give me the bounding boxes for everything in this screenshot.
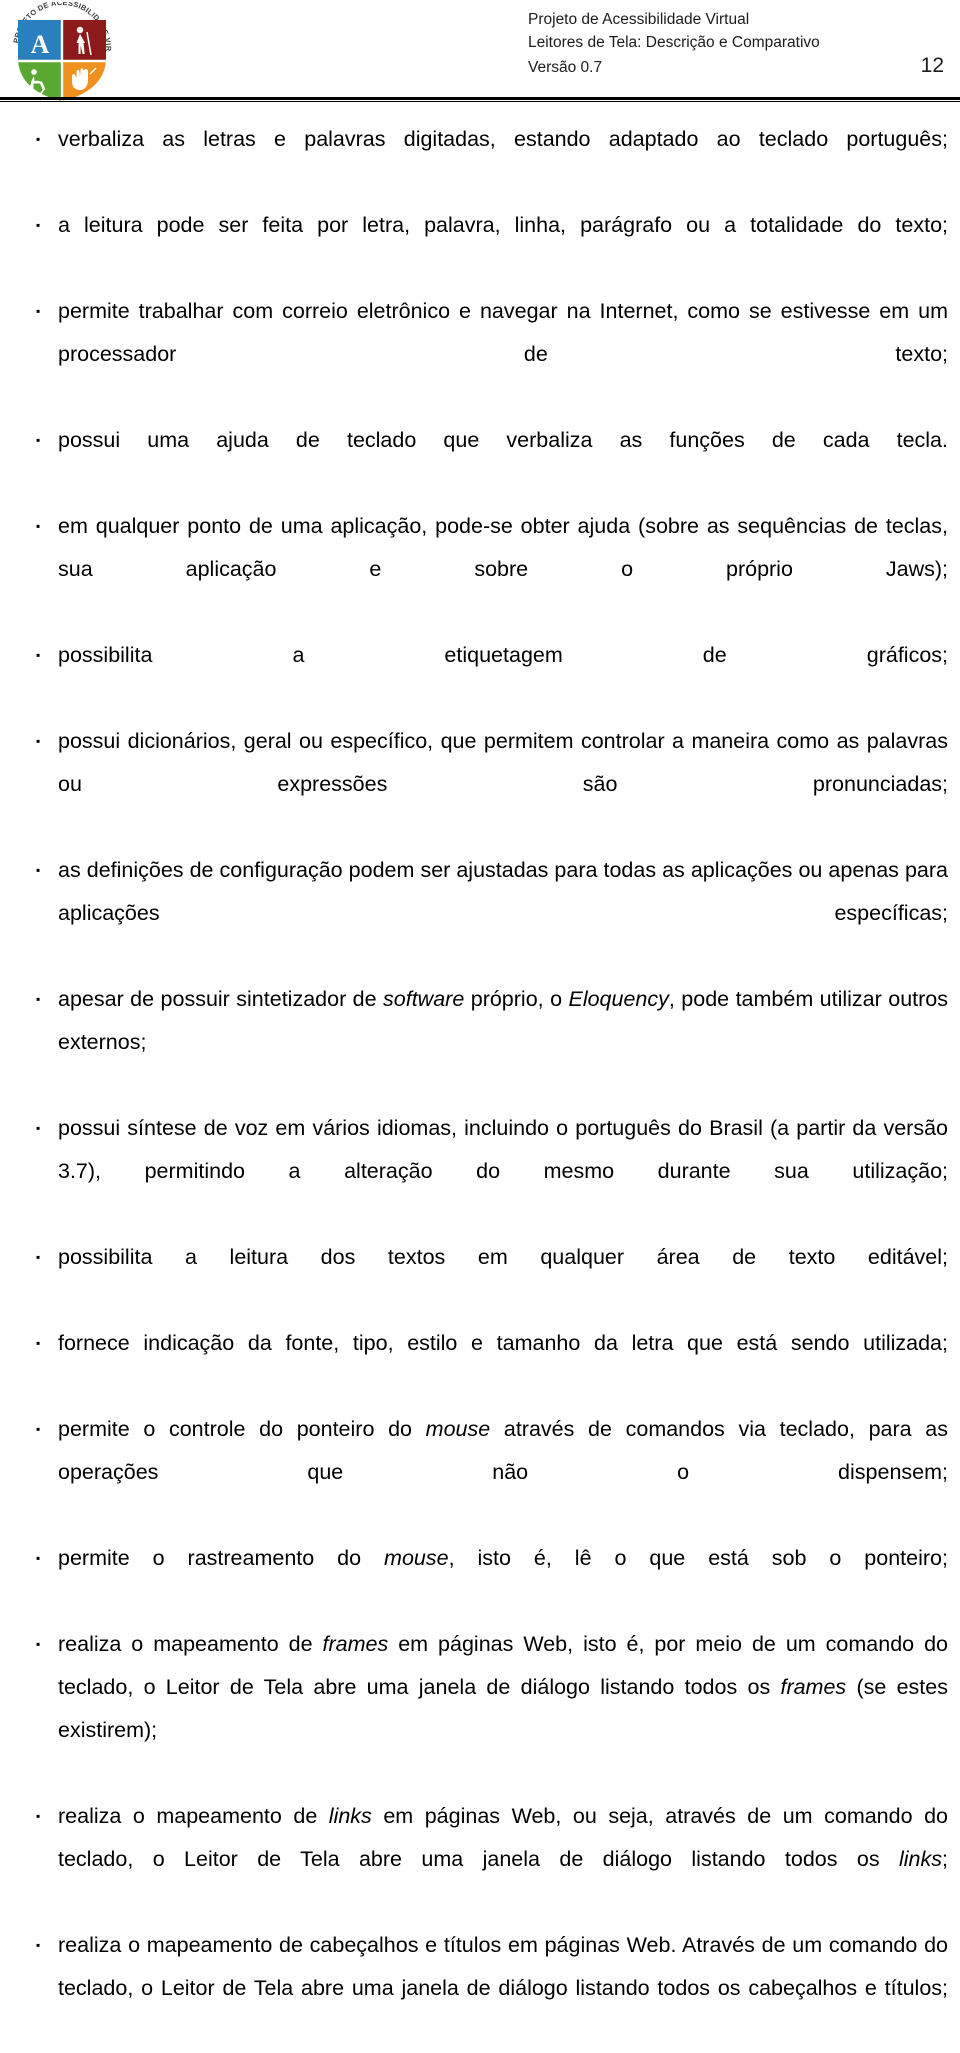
bullet-square-icon: ▪: [36, 648, 41, 662]
bullet-square-icon: ▪: [36, 304, 41, 318]
list-item-text: permite o rastreamento do mouse, isto é,…: [58, 1546, 948, 1570]
header-version-row: Versão 0.7 12: [528, 54, 948, 79]
list-item-text: realiza o mapeamento de links em páginas…: [58, 1804, 948, 1871]
emphasized-term: mouse: [384, 1546, 449, 1570]
document-body: ▪ verbaliza as letras e palavras digitada…: [0, 118, 960, 2053]
header-version: Versão 0.7: [528, 59, 603, 76]
bullet-square-icon: ▪: [36, 1121, 41, 1135]
bullet-square-icon: ▪: [36, 218, 41, 232]
emphasized-term: frames: [322, 1632, 389, 1656]
list-item: ▪ permite o rastreamento do mouse, isto é…: [0, 1537, 960, 1623]
list-item: ▪ realiza o mapeamento de cabeçalhos e tí…: [0, 1924, 960, 2053]
emphasized-term: software: [383, 987, 465, 1011]
list-item: ▪ realiza o mapeamento de frames em págin…: [0, 1623, 960, 1795]
bullet-square-icon: ▪: [36, 433, 41, 447]
list-item-text: em qualquer ponto de uma aplicação, pode…: [58, 514, 948, 581]
list-item-text: possui síntese de voz em vários idiomas,…: [58, 1116, 948, 1183]
list-item-text: apesar de possuir sintetizador de softwa…: [58, 987, 948, 1054]
list-item-text: realiza o mapeamento de cabeçalhos e tít…: [58, 1933, 948, 2000]
list-item-text: permite trabalhar com correio eletrônico…: [58, 299, 948, 366]
list-item-text: permite o controle do ponteiro do mouse …: [58, 1417, 948, 1484]
blind-person-cane-quadrant: [62, 20, 106, 61]
bullet-square-icon: ▪: [36, 1336, 41, 1350]
bullet-square-icon: ▪: [36, 519, 41, 533]
header-text-block: Projeto de Acessibilidade Virtual Leitor…: [528, 8, 948, 79]
accessibility-virtual-project-logo: PROJETO DE ACESSIBILIDADE VIRTUAL A: [1, 0, 120, 102]
list-item-text: realiza o mapeamento de frames em página…: [58, 1632, 949, 1742]
emphasized-term: mouse: [425, 1417, 491, 1441]
bullet-square-icon: ▪: [36, 1938, 41, 1952]
list-item: ▪ possui síntese de voz em vários idiomas…: [0, 1107, 960, 1236]
list-item: ▪ fornece indicação da fonte, tipo, estil…: [0, 1322, 960, 1408]
emphasized-term: Eloquency: [568, 987, 669, 1011]
emphasized-term: links: [328, 1804, 372, 1828]
bullet-square-icon: ▪: [36, 1637, 41, 1651]
list-item-text: possibilita a etiquetagem de gráficos;: [58, 643, 948, 667]
bullet-square-icon: ▪: [36, 1250, 41, 1264]
bullet-square-icon: ▪: [36, 992, 41, 1006]
emphasized-term: links: [899, 1847, 943, 1871]
list-item: ▪ verbaliza as letras e palavras digitada…: [0, 118, 960, 204]
page-header: PROJETO DE ACESSIBILIDADE VIRTUAL A: [0, 0, 960, 104]
list-item: ▪ apesar de possuir sintetizador de softw…: [0, 978, 960, 1107]
list-item: ▪ realiza o mapeamento de links em página…: [0, 1795, 960, 1924]
header-project-title: Projeto de Acessibilidade Virtual: [528, 11, 750, 28]
list-item: ▪ permite o controle do ponteiro do mouse…: [0, 1408, 960, 1537]
list-item: ▪ possui uma ajuda de teclado que verbali…: [0, 419, 960, 505]
bullet-square-icon: ▪: [36, 734, 41, 748]
list-item: ▪ permite trabalhar com correio eletrônic…: [0, 290, 960, 419]
bullet-square-icon: ▪: [36, 132, 41, 146]
bullet-square-icon: ▪: [36, 1551, 41, 1565]
list-item: ▪ as definições de configuração podem ser…: [0, 849, 960, 978]
list-item-text: possibilita a leitura dos textos em qual…: [58, 1245, 948, 1269]
emphasized-term: frames: [780, 1675, 847, 1699]
list-item-text: fornece indicação da fonte, tipo, estilo…: [58, 1331, 948, 1355]
feature-bullet-list: ▪ verbaliza as letras e palavras digitada…: [0, 118, 960, 2053]
list-item: ▪ possibilita a etiquetagem de gráficos;: [0, 634, 960, 720]
bullet-square-icon: ▪: [36, 1809, 41, 1823]
letter-a-glyph: A: [31, 30, 50, 59]
list-item: ▪ possui dicionários, geral ou específico…: [0, 720, 960, 849]
list-item-text: possui uma ajuda de teclado que verbaliz…: [58, 428, 948, 452]
list-item-text: verbaliza as letras e palavras digitadas…: [58, 127, 948, 151]
list-item-text: a leitura pode ser feita por letra, pala…: [58, 213, 948, 237]
list-item-text: possui dicionários, geral ou específico,…: [58, 729, 948, 796]
page-number: 12: [920, 54, 944, 77]
bullet-square-icon: ▪: [36, 863, 41, 877]
list-item-text: as definições de configuração podem ser …: [58, 858, 948, 925]
bullet-square-icon: ▪: [36, 1422, 41, 1436]
list-item: ▪ a leitura pode ser feita por letra, pal…: [0, 204, 960, 290]
list-item: ▪ em qualquer ponto de uma aplicação, pod…: [0, 505, 960, 634]
header-divider: [0, 97, 960, 102]
list-item: ▪ possibilita a leitura dos textos em qua…: [0, 1236, 960, 1322]
header-document-subtitle: Leitores de Tela: Descrição e Comparativ…: [528, 34, 820, 51]
